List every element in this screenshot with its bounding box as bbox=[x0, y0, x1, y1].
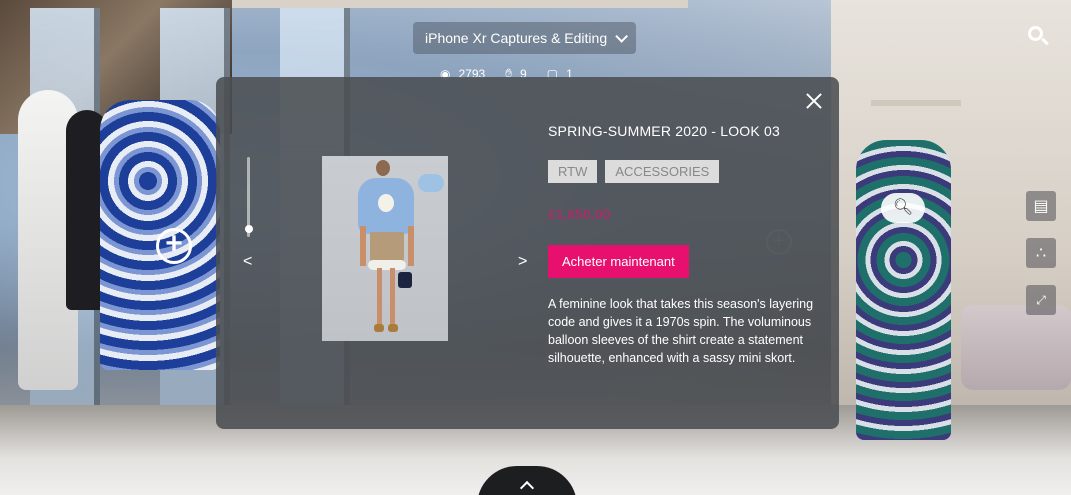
image-detail bbox=[360, 226, 366, 266]
buy-now-button[interactable]: Acheter maintenant bbox=[548, 245, 689, 278]
close-icon[interactable] bbox=[802, 89, 826, 113]
tag-accessories[interactable]: ACCESSORIES bbox=[605, 160, 720, 183]
image-detail bbox=[388, 324, 398, 332]
floorplan-icon: ▤ bbox=[1033, 198, 1049, 215]
product-tags: RTW ACCESSORIES bbox=[548, 160, 720, 183]
product-modal: < > SPRING-SUMMER 2020 - LOOK 03 RTW ACC… bbox=[216, 77, 839, 429]
prev-image-button[interactable]: < bbox=[243, 253, 252, 271]
zoom-thumb[interactable] bbox=[245, 225, 253, 234]
image-detail bbox=[376, 160, 390, 176]
tag-rtw[interactable]: RTW bbox=[548, 160, 598, 183]
shelf bbox=[871, 100, 961, 106]
tour-selector[interactable]: iPhone Xr Captures & Editing bbox=[413, 22, 637, 54]
image-detail bbox=[374, 324, 384, 332]
image-detail bbox=[418, 174, 444, 192]
product-title: SPRING-SUMMER 2020 - LOOK 03 bbox=[548, 123, 780, 139]
image-detail bbox=[378, 194, 394, 212]
mannequin bbox=[856, 140, 951, 440]
product-description: A feminine look that takes this season's… bbox=[548, 297, 814, 365]
sofa bbox=[961, 305, 1071, 390]
background-photo-strip bbox=[232, 0, 688, 8]
image-detail bbox=[408, 226, 414, 266]
image-detail bbox=[398, 272, 412, 288]
image-detail bbox=[368, 260, 406, 270]
chevron-up-icon bbox=[519, 480, 535, 495]
product-price: £1,650.00 bbox=[548, 206, 611, 222]
floorplan-button[interactable]: ▤ bbox=[1026, 191, 1056, 221]
fullscreen-icon: ⤢ bbox=[1036, 292, 1046, 307]
share-button[interactable]: ∴ bbox=[1026, 238, 1056, 268]
fullscreen-button[interactable]: ⤢ bbox=[1026, 285, 1056, 315]
search-icon-handle bbox=[1041, 37, 1049, 46]
image-zoom-slider[interactable] bbox=[245, 157, 253, 237]
share-icon: ∴ bbox=[1035, 245, 1047, 262]
tour-title: iPhone Xr Captures & Editing bbox=[425, 30, 608, 46]
search-button[interactable] bbox=[1026, 24, 1052, 50]
add-hotspot-icon[interactable]: + bbox=[156, 228, 192, 264]
image-detail bbox=[390, 268, 395, 326]
product-image[interactable] bbox=[322, 156, 448, 341]
next-image-button[interactable]: > bbox=[518, 253, 527, 271]
chevron-down-icon bbox=[615, 29, 629, 43]
image-detail bbox=[377, 268, 382, 326]
zoom-hotspot-icon[interactable]: 🔍︎ bbox=[881, 193, 925, 223]
